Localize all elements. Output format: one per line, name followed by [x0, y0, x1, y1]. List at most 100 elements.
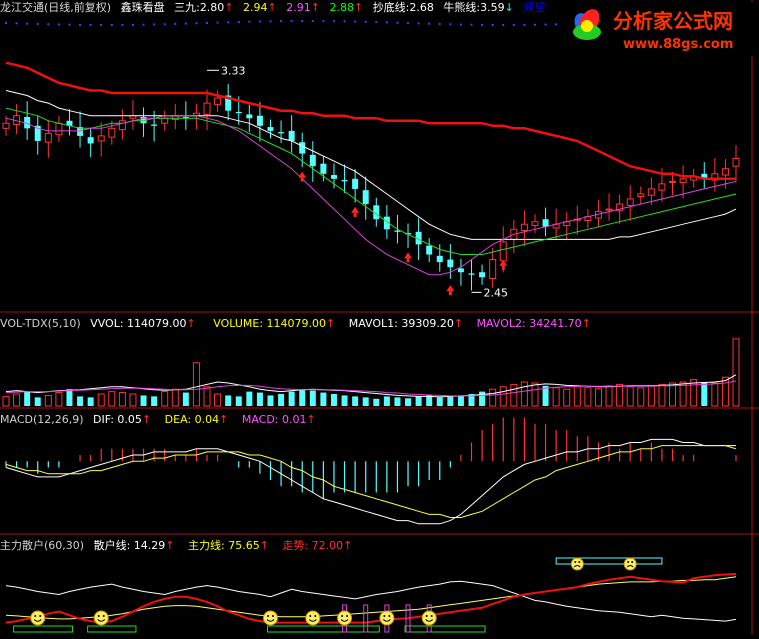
buy-arrow-icon — [501, 265, 505, 270]
volume-bar — [118, 392, 126, 407]
volume-bar — [299, 389, 306, 406]
volume-bar — [383, 396, 390, 406]
candle-body — [499, 241, 507, 262]
candle-body — [341, 180, 348, 182]
sanhu-value: 散户线: 14.29 — [93, 539, 166, 552]
volume-bar — [499, 386, 507, 407]
candle-body — [320, 163, 327, 174]
header-p7-value: 3.59 — [480, 1, 505, 14]
candle-body — [299, 142, 306, 154]
volume-bar — [256, 392, 263, 406]
vvol-value: VVOL: 114079.00 — [90, 317, 187, 330]
candle-body — [679, 178, 687, 184]
candle-body — [171, 115, 179, 121]
volume-bar — [352, 396, 359, 406]
volume-bar — [182, 392, 189, 406]
ma-green-line — [5, 107, 737, 255]
volume-bar — [171, 388, 179, 407]
top-dot-band — [15, 22, 18, 25]
low-label: 2.45 — [484, 286, 509, 299]
macd-header: MACD(12,26,9) DIF: 0.05↑ DEA: 0.04↑ MACD… — [0, 412, 322, 428]
top-dot-band — [343, 20, 346, 23]
buy-arrow-icon — [404, 252, 413, 259]
candle-body — [2, 122, 10, 129]
volume-bar — [362, 397, 369, 406]
volume-bar — [701, 382, 708, 406]
volume-bar — [278, 394, 285, 406]
volume-bar — [288, 391, 295, 406]
top-dot-band — [428, 22, 431, 25]
volume-bar — [87, 397, 94, 406]
smiley-icon — [379, 610, 395, 626]
zhuli-line — [5, 573, 737, 624]
volume-bar — [552, 387, 560, 407]
frown-eye — [627, 561, 630, 563]
volume-bar — [203, 386, 211, 407]
candle-body — [479, 272, 486, 278]
top-dot-band — [354, 20, 357, 23]
top-dot-band — [163, 23, 166, 26]
top-dot-band — [512, 23, 515, 26]
top-dot-band — [481, 23, 484, 26]
candle-body — [256, 115, 263, 126]
candle-body — [658, 183, 666, 191]
pink-signal-bar — [363, 604, 369, 633]
smiley-icon — [337, 610, 353, 626]
volume-bar — [563, 388, 571, 407]
smiley-eye — [346, 615, 349, 617]
down-arrow-icon: ↓ — [504, 1, 514, 14]
candle-body — [362, 190, 369, 205]
buy-arrow-icon — [353, 212, 357, 217]
sanhu-indicator-name: 主力散户(60,30) — [0, 539, 85, 552]
candle-body — [626, 198, 634, 206]
logo-graphic: 分析家公式网 www.88gs.com — [573, 9, 733, 52]
volume-bar — [426, 395, 433, 406]
top-dot-band — [110, 23, 113, 26]
dea-value: DEA: 0.04 — [164, 413, 220, 426]
volume-bar — [44, 394, 52, 407]
volume-bar — [140, 395, 147, 406]
up-arrow-icon: ↑ — [453, 317, 464, 330]
frown-eye — [631, 561, 634, 563]
volume-bar — [13, 393, 21, 407]
volume-bar — [479, 391, 486, 406]
volume-bar — [330, 394, 337, 406]
volume-bar — [489, 388, 497, 407]
top-dot-band — [79, 23, 82, 26]
top-dot-band — [174, 22, 177, 25]
top-dot-band — [269, 20, 272, 23]
top-dot-band — [555, 23, 558, 26]
volume-value: VOLUME: 114079.00 — [213, 317, 326, 330]
volume-bar — [447, 396, 454, 406]
top-dot-band — [385, 21, 388, 24]
volume-header: VOL-TDX(5,10) VVOL: 114079.00↑ VOLUME: 1… — [0, 316, 597, 332]
top-dot-band — [248, 20, 251, 23]
top-dot-band — [459, 23, 462, 26]
smiley-icon — [305, 610, 321, 626]
header-p2-value: 2.80 — [199, 1, 225, 14]
top-dot-band — [57, 23, 60, 26]
up-arrow-icon: ↑ — [186, 317, 196, 330]
volume-bar — [637, 387, 645, 407]
frown-icon — [623, 557, 637, 571]
candle-body — [721, 168, 729, 176]
buy-arrow-icon — [448, 291, 452, 296]
top-dot-band — [26, 22, 29, 25]
top-dot-band — [131, 23, 134, 26]
top-dot-band — [301, 20, 304, 23]
candle-body — [447, 259, 454, 268]
volume-bar — [711, 382, 719, 407]
volume-bar — [594, 388, 602, 407]
volume-bar — [721, 376, 729, 407]
bottom-signal-block — [87, 625, 137, 633]
watermark-url: www.88gs.com — [623, 37, 733, 52]
candle-body — [436, 255, 443, 263]
chart-stage: 3.33 2.45 龙江交通(日线,前复权) 鑫珠看盘 三九:2.80↑ 2.94… — [0, 0, 759, 635]
top-dot-band — [5, 22, 7, 24]
volume-bar — [2, 395, 10, 407]
top-dot-band — [258, 20, 261, 23]
volume-bar — [669, 382, 677, 407]
volume-bar — [457, 395, 464, 406]
candle-body — [55, 122, 63, 136]
up-arrow-icon: ↑ — [353, 1, 364, 14]
